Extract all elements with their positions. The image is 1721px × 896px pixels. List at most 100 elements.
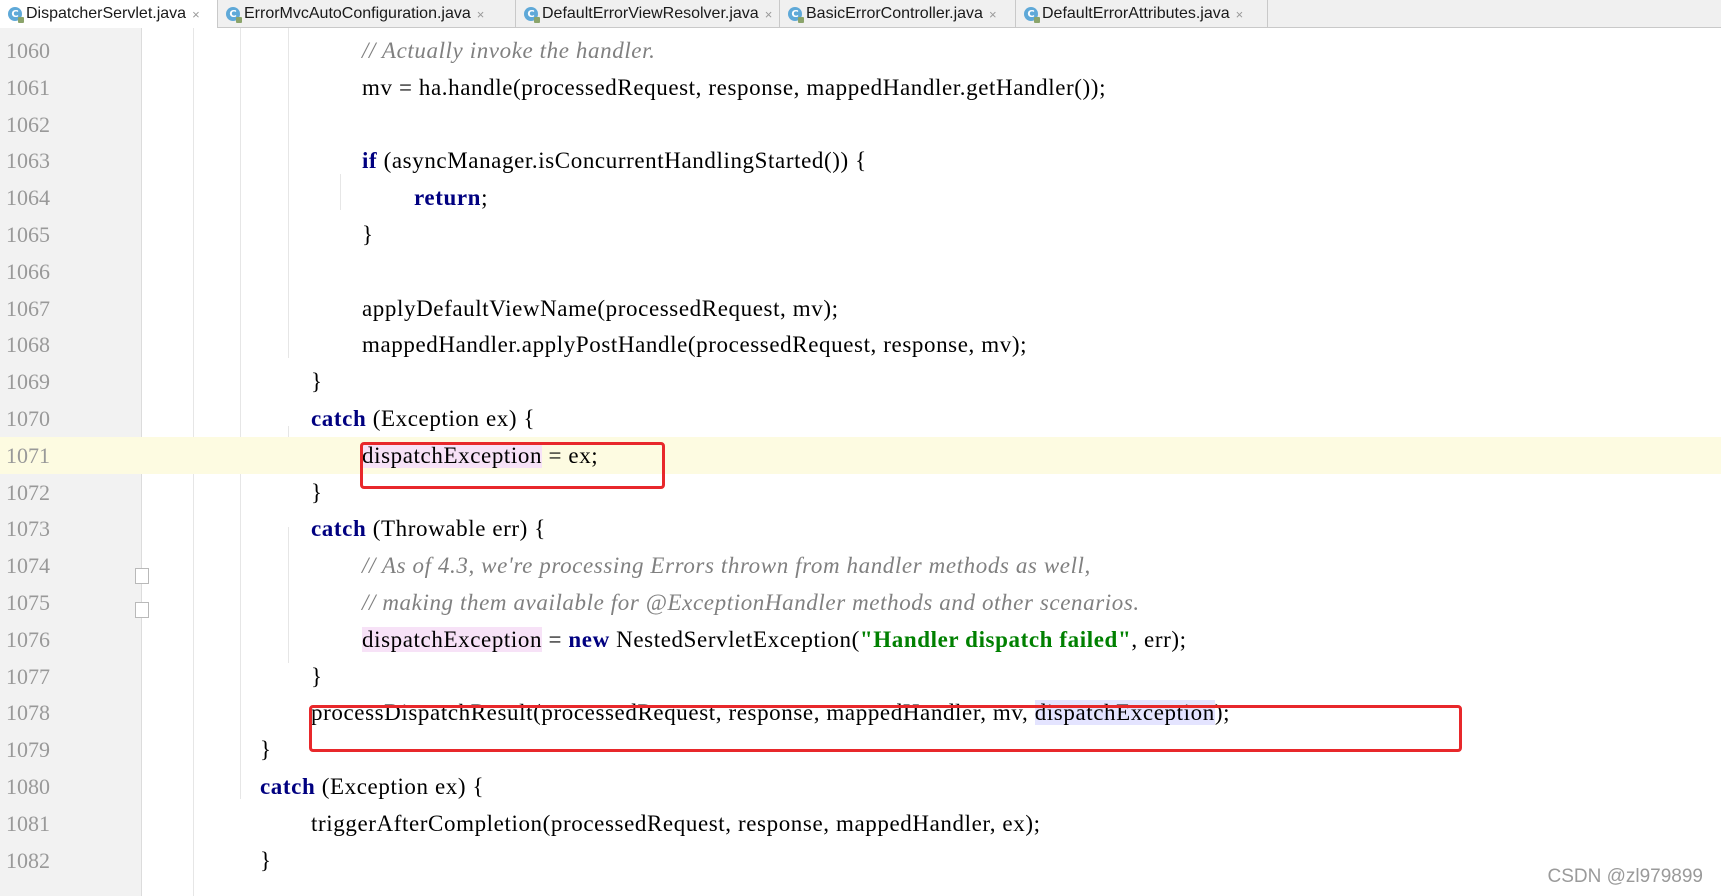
string-token: "Handler dispatch failed" <box>859 626 1132 652</box>
tab-5[interactable]: C DefaultErrorAttributes.java × <box>1016 0 1268 28</box>
code-text: } <box>311 474 323 511</box>
line-number: 1066 <box>6 258 50 284</box>
code-token: NestedServletException( <box>609 626 860 652</box>
code-text: // Actually invoke the handler. <box>362 32 655 69</box>
code-line[interactable]: 1062 <box>0 106 1721 143</box>
tab-3[interactable]: C DefaultErrorViewResolver.java × <box>516 0 780 28</box>
tab-1[interactable]: C DispatcherServlet.java × <box>0 0 218 28</box>
code-line[interactable]: 1071 dispatchException = ex; <box>0 436 1721 474</box>
line-number: 1074 <box>6 553 50 579</box>
code-token: } <box>311 369 323 395</box>
code-token: mappedHandler.applyPostHandle(processedR… <box>362 332 1028 358</box>
code-token: (Exception ex) { <box>315 774 485 799</box>
line-number: 1061 <box>6 74 50 100</box>
code-line[interactable]: 1061 mv = ha.handle(processedRequest, res… <box>0 69 1721 106</box>
code-text: } <box>311 658 323 695</box>
code-line[interactable]: 1076 dispatchException = new NestedServle… <box>0 621 1721 658</box>
line-number: 1080 <box>6 774 50 799</box>
code-line[interactable]: 1064 return; <box>0 179 1721 216</box>
tab-label: DispatcherServlet.java <box>26 5 187 22</box>
line-number: 1072 <box>6 479 50 505</box>
code-text: if (asyncManager.isConcurrentHandlingSta… <box>362 142 867 179</box>
code-line[interactable]: 1060 // Actually invoke the handler. <box>0 32 1721 69</box>
keyword-token: new <box>568 626 610 652</box>
class-file-icon: C <box>524 7 540 23</box>
code-token: , err); <box>1131 626 1187 652</box>
close-icon[interactable]: × <box>765 7 773 22</box>
close-icon[interactable]: × <box>477 7 485 22</box>
code-text: catch (Throwable err) { <box>311 510 546 547</box>
highlight-box-process-dispatch-result <box>309 705 1462 752</box>
line-number: 1067 <box>6 295 50 321</box>
close-icon[interactable]: × <box>192 7 200 22</box>
tab-label: DefaultErrorAttributes.java <box>1042 5 1230 22</box>
line-number: 1063 <box>6 148 50 174</box>
code-token: } <box>260 847 272 873</box>
line-number: 1060 <box>6 38 50 63</box>
code-line[interactable]: 1068 mappedHandler.applyPostHandle(proces… <box>0 326 1721 363</box>
code-line[interactable]: 1065} <box>0 216 1721 253</box>
code-text: triggerAfterCompletion(processedRequest,… <box>311 805 1041 842</box>
line-number: 1078 <box>6 700 50 726</box>
code-line[interactable]: 1067 applyDefaultViewName(processedReques… <box>0 290 1721 327</box>
code-token: mv = ha.handle(processedRequest, respons… <box>362 74 1107 100</box>
code-text: dispatchException = new NestedServletExc… <box>362 621 1187 658</box>
code-text: } <box>362 216 374 253</box>
close-icon[interactable]: × <box>1236 7 1244 22</box>
keyword-token: catch <box>260 774 316 799</box>
code-line[interactable]: 1081 triggerAfterCompletion(processedRequ… <box>0 805 1721 842</box>
class-file-icon: C <box>226 7 242 23</box>
watermark: CSDN @zl979899 <box>1547 866 1703 887</box>
code-token: } <box>362 222 374 247</box>
code-token: } <box>311 663 323 689</box>
code-text: applyDefaultViewName(processedRequest, m… <box>362 290 839 327</box>
code-text: } <box>260 842 272 879</box>
tab-2[interactable]: C ErrorMvcAutoConfiguration.java × <box>218 0 516 28</box>
code-line[interactable]: 1070 catch (Exception ex) { <box>0 400 1721 437</box>
code-text: // As of 4.3, we're processing Errors th… <box>362 547 1091 584</box>
keyword-token: return <box>414 185 482 211</box>
code-line[interactable]: 1069} <box>0 363 1721 400</box>
highlighted-identifier: dispatchException <box>362 626 543 652</box>
line-number: 1076 <box>6 626 50 652</box>
code-text: } <box>311 363 323 400</box>
editor-tab-bar: C DispatcherServlet.java × C ErrorMvcAutoCon… <box>0 0 1721 28</box>
line-number: 1070 <box>6 406 50 431</box>
line-number: 1077 <box>6 663 50 689</box>
tab-label: DefaultErrorViewResolver.java <box>542 5 759 22</box>
code-editor[interactable]: 1060 // Actually invoke the handler. 1061 m… <box>0 28 1721 896</box>
code-line[interactable]: 1072} <box>0 474 1721 511</box>
code-text: } <box>260 731 272 768</box>
code-text: catch (Exception ex) { <box>311 400 535 437</box>
code-line[interactable]: 1066 <box>0 253 1721 290</box>
line-number: 1081 <box>6 810 50 836</box>
code-line[interactable]: 1075 // making them available for @Except… <box>0 584 1721 621</box>
code-line[interactable]: 1077} <box>0 658 1721 695</box>
line-number: 1064 <box>6 185 50 211</box>
line-number: 1071 <box>6 442 50 468</box>
highlight-box-dispatch-exception-assign <box>360 442 665 489</box>
line-number: 1073 <box>6 516 50 542</box>
class-file-icon: C <box>8 7 24 23</box>
keyword-token: if <box>362 148 378 174</box>
code-text: return; <box>414 179 488 216</box>
code-token: triggerAfterCompletion(processedRequest,… <box>311 810 1041 836</box>
code-token: applyDefaultViewName(processedRequest, m… <box>362 295 839 321</box>
code-line[interactable]: 1074 // As of 4.3, we're processing Error… <box>0 547 1721 584</box>
class-file-icon: C <box>788 7 804 23</box>
close-icon[interactable]: × <box>989 7 997 22</box>
code-token: (asyncManager.isConcurrentHandlingStarte… <box>377 148 867 174</box>
code-text: // making them available for @ExceptionH… <box>362 584 1140 621</box>
tab-4[interactable]: C BasicErrorController.java × <box>780 0 1016 28</box>
line-number: 1079 <box>6 737 50 763</box>
line-number: 1082 <box>6 847 50 873</box>
code-line[interactable]: 1080 catch (Exception ex) { <box>0 768 1721 805</box>
code-line[interactable]: 1073 catch (Throwable err) { <box>0 510 1721 547</box>
tab-label: ErrorMvcAutoConfiguration.java <box>244 5 471 22</box>
line-number: 1065 <box>6 222 50 247</box>
code-line[interactable]: 1063 if (asyncManager.isConcurrentHandlin… <box>0 142 1721 179</box>
class-file-icon: C <box>1024 7 1040 23</box>
code-text: catch (Exception ex) { <box>260 768 484 805</box>
code-line[interactable]: 1082} <box>0 842 1721 879</box>
code-token: = <box>542 626 569 652</box>
